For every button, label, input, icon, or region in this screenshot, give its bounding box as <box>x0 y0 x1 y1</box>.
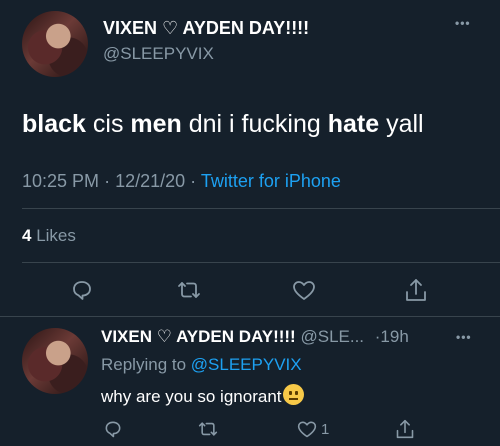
reply-tweet-time[interactable]: ·19h <box>375 327 409 346</box>
reply-icon[interactable] <box>102 418 124 440</box>
replying-to-prefix: Replying to <box>101 355 187 374</box>
reply-like-count: 1 <box>321 420 330 438</box>
reply-tweet-more-icon[interactable]: ••• <box>456 330 472 344</box>
main-tweet-handle[interactable]: @SLEEPYVIX <box>103 44 214 64</box>
share-icon[interactable] <box>402 276 430 304</box>
likes-label: Likes <box>36 226 76 245</box>
reply-tweet-text-line: why are you so ignorant <box>101 384 304 407</box>
likes-count: 4 <box>22 226 32 245</box>
tweet-text-bold-segment: hate <box>327 110 380 138</box>
replying-to: Replying to @SLEEPYVIX <box>101 355 302 375</box>
main-tweet-time: 10:25 PM <box>22 171 100 191</box>
main-tweet-text: black cis men dni i fucking hate yall <box>22 110 424 139</box>
replying-to-handle-link[interactable]: @SLEEPYVIX <box>191 355 302 374</box>
reply-like-control[interactable]: 1 <box>296 418 329 440</box>
neutral-face-emoji <box>282 384 304 405</box>
main-tweet-client-link[interactable]: Twitter for iPhone <box>201 171 341 191</box>
main-tweet-display-name[interactable]: VIXEN ♡ AYDEN DAY!!!! <box>103 18 309 39</box>
share-icon[interactable] <box>394 417 416 441</box>
main-tweet-more-icon[interactable]: ••• <box>455 16 471 30</box>
reply-tweet-display-name[interactable]: VIXEN ♡ AYDEN DAY!!!! <box>101 327 296 346</box>
tweet-text-bold-segment: black <box>22 110 86 138</box>
divider <box>22 262 500 263</box>
reply-icon[interactable] <box>68 277 96 303</box>
retweet-icon[interactable] <box>174 277 204 303</box>
like-icon[interactable] <box>290 277 318 303</box>
tweet-text-segment: cis <box>85 110 131 138</box>
tweet-text-segment: dni i fucking <box>181 110 328 138</box>
reply-tweet-text: why are you so ignorant <box>101 387 282 406</box>
divider <box>22 208 500 209</box>
reply-tweet-handle[interactable]: @SLE... <box>300 327 364 346</box>
meta-separator: · <box>190 171 197 191</box>
meta-separator: · <box>104 171 111 191</box>
reply-tweet-avatar[interactable] <box>22 328 88 394</box>
retweet-icon[interactable] <box>196 418 220 440</box>
main-tweet-likes[interactable]: 4 Likes <box>22 226 76 246</box>
like-icon[interactable] <box>296 419 318 439</box>
tweet-text-bold-segment: men <box>130 110 182 138</box>
main-tweet-avatar[interactable] <box>22 11 88 77</box>
main-tweet-meta: 10:25 PM · 12/21/20 · Twitter for iPhone <box>22 171 341 192</box>
tweet-text-segment: yall <box>379 110 424 138</box>
main-tweet-date: 12/21/20 <box>115 171 186 191</box>
divider <box>0 316 500 317</box>
reply-tweet-header: VIXEN ♡ AYDEN DAY!!!! @SLE... ·19h <box>101 327 409 347</box>
